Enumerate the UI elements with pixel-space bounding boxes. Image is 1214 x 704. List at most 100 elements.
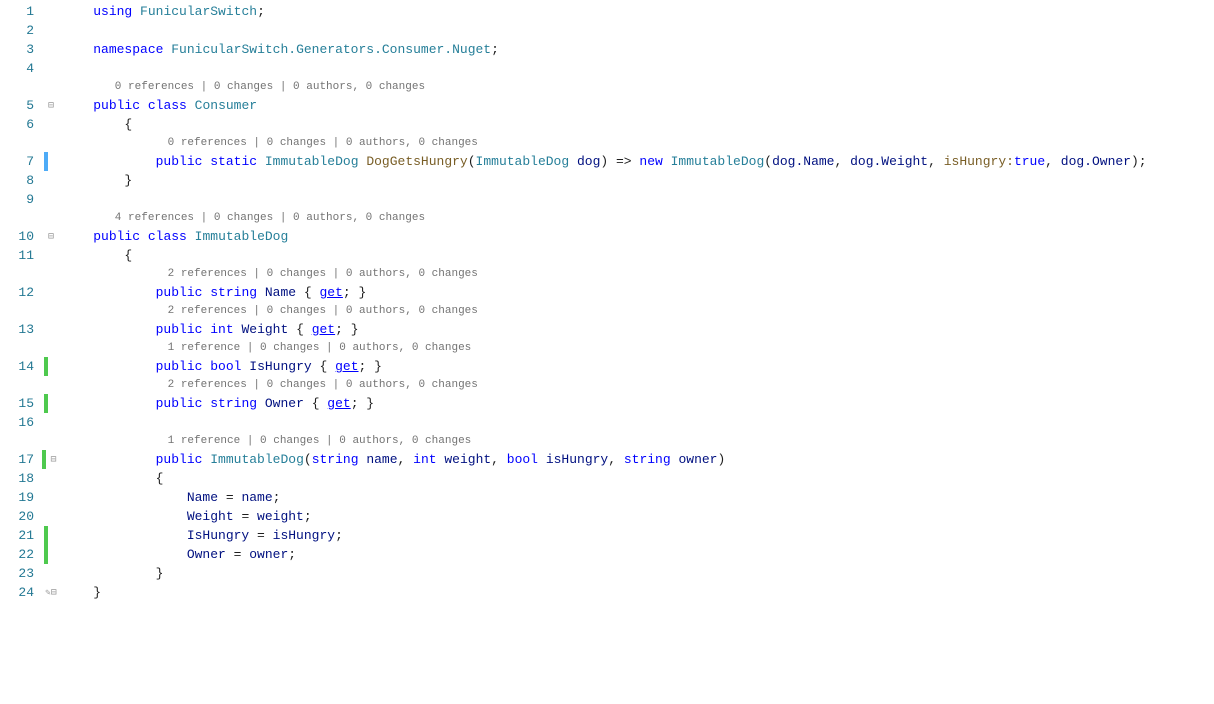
green-bar-22 (44, 545, 48, 564)
token-type: Consumer (195, 98, 257, 113)
token-plain (187, 229, 195, 244)
token-kw: string (624, 452, 671, 467)
code-row-8: 8 } (0, 171, 1214, 190)
code-row-1: 1 using FunicularSwitch; (0, 2, 1214, 21)
token-kw: using (93, 4, 132, 19)
token-type: ImmutableDog (195, 229, 289, 244)
token-kw: bool (507, 452, 538, 467)
token-prop: dog.Weight (850, 154, 928, 169)
gutter-19 (42, 488, 60, 507)
token-plain: ; (273, 490, 281, 505)
token-prop: dog.Name (772, 154, 834, 169)
fold-btn-10[interactable]: ⊟ (48, 231, 54, 243)
token-plain: = (249, 528, 272, 543)
line-num-5: 5 (0, 96, 42, 115)
line-num-23: 23 (0, 564, 42, 583)
code-row-7: 7 public static ImmutableDog DogGetsHung… (0, 152, 1214, 171)
token-plain: ; } (351, 396, 374, 411)
token-kw: public (156, 285, 203, 300)
hint-text-13: 2 references | 0 changes | 0 authors, 0 … (60, 302, 478, 320)
token-kw: public (156, 396, 203, 411)
fold-btn-17[interactable]: ⊟ (50, 454, 56, 466)
gutter-4 (42, 59, 60, 78)
token-kw: get (327, 396, 350, 411)
code-content-1: using FunicularSwitch; (60, 2, 1214, 21)
gutter-24: ✎⊟ (42, 583, 60, 602)
token-plain: ; (491, 42, 499, 57)
gutter-20 (42, 507, 60, 526)
line-num-4: 4 (0, 59, 42, 78)
gutter-12 (42, 283, 60, 302)
code-row-9: 9 (0, 190, 1214, 209)
token-param: isHungry (546, 452, 608, 467)
token-param: isHungry (273, 528, 335, 543)
code-row-19: 19 Name = name; (0, 488, 1214, 507)
token-plain: ) (717, 452, 725, 467)
token-kw: bool (210, 359, 241, 374)
token-param: owner (678, 452, 717, 467)
code-row-14: 14 public bool IsHungry { get; } (0, 357, 1214, 376)
token-kw: int (210, 322, 233, 337)
code-content-17: public ImmutableDog(string name, int wei… (60, 450, 1214, 469)
fold-btn-5[interactable]: ⊟ (48, 100, 54, 112)
token-plain: ( (304, 452, 312, 467)
code-content-18: { (60, 469, 1214, 488)
token-kw: public (93, 229, 140, 244)
editor-root: 1 using FunicularSwitch;23 namespace Fun… (0, 0, 1214, 704)
code-row-13: 13 public int Weight { get; } (0, 320, 1214, 339)
gutter-23 (42, 564, 60, 583)
code-content-14: public bool IsHungry { get; } (60, 357, 1214, 376)
gutter-21 (42, 526, 60, 545)
line-num-6: 6 (0, 115, 42, 134)
token-plain: { (296, 285, 319, 300)
code-row-18: 18 { (0, 469, 1214, 488)
token-plain: } (93, 585, 101, 600)
token-plain: ( (764, 154, 772, 169)
token-kw: get (335, 359, 358, 374)
code-row-22: 22 Owner = owner; (0, 545, 1214, 564)
gutter-9 (42, 190, 60, 209)
line-num-14: 14 (0, 357, 42, 376)
token-kw: public (156, 154, 203, 169)
token-plain (257, 154, 265, 169)
token-kw: string (210, 285, 257, 300)
token-kw: static (210, 154, 257, 169)
token-kw: get (320, 285, 343, 300)
line-num-3: 3 (0, 40, 42, 59)
token-plain: { (288, 322, 311, 337)
blue-bar-7 (44, 152, 48, 171)
token-plain: ; } (343, 285, 366, 300)
green-bar-21 (44, 526, 48, 545)
fold-btn-24[interactable]: ⊟ (51, 587, 57, 599)
token-kw: new (639, 154, 662, 169)
token-plain: } (124, 173, 132, 188)
gutter-3 (42, 40, 60, 59)
token-plain (257, 285, 265, 300)
line-num-21: 21 (0, 526, 42, 545)
gutter-15 (42, 394, 60, 413)
token-bool-val: true (1014, 154, 1045, 169)
hint-text-15: 2 references | 0 changes | 0 authors, 0 … (60, 376, 478, 394)
token-param: name (241, 490, 272, 505)
token-param: dog (577, 154, 600, 169)
code-content-22: Owner = owner; (60, 545, 1214, 564)
token-plain: { (124, 117, 132, 132)
green-bar-14 (44, 357, 48, 376)
token-plain (140, 98, 148, 113)
line-num-2: 2 (0, 21, 42, 40)
token-type: ImmutableDog (265, 154, 359, 169)
code-content-19: Name = name; (60, 488, 1214, 507)
code-content-11: { (60, 246, 1214, 265)
token-plain: ; } (359, 359, 382, 374)
token-kw: class (148, 229, 187, 244)
gutter-1 (42, 2, 60, 21)
line-num-7: 7 (0, 152, 42, 171)
gutter-8 (42, 171, 60, 190)
token-named-param: isHungry: (944, 154, 1014, 169)
token-kw: public (156, 322, 203, 337)
hint-text-14: 1 reference | 0 changes | 0 authors, 0 c… (60, 339, 471, 357)
token-plain: { (304, 396, 327, 411)
token-plain: ) => (600, 154, 639, 169)
token-type: ImmutableDog (671, 154, 765, 169)
gutter-14 (42, 357, 60, 376)
